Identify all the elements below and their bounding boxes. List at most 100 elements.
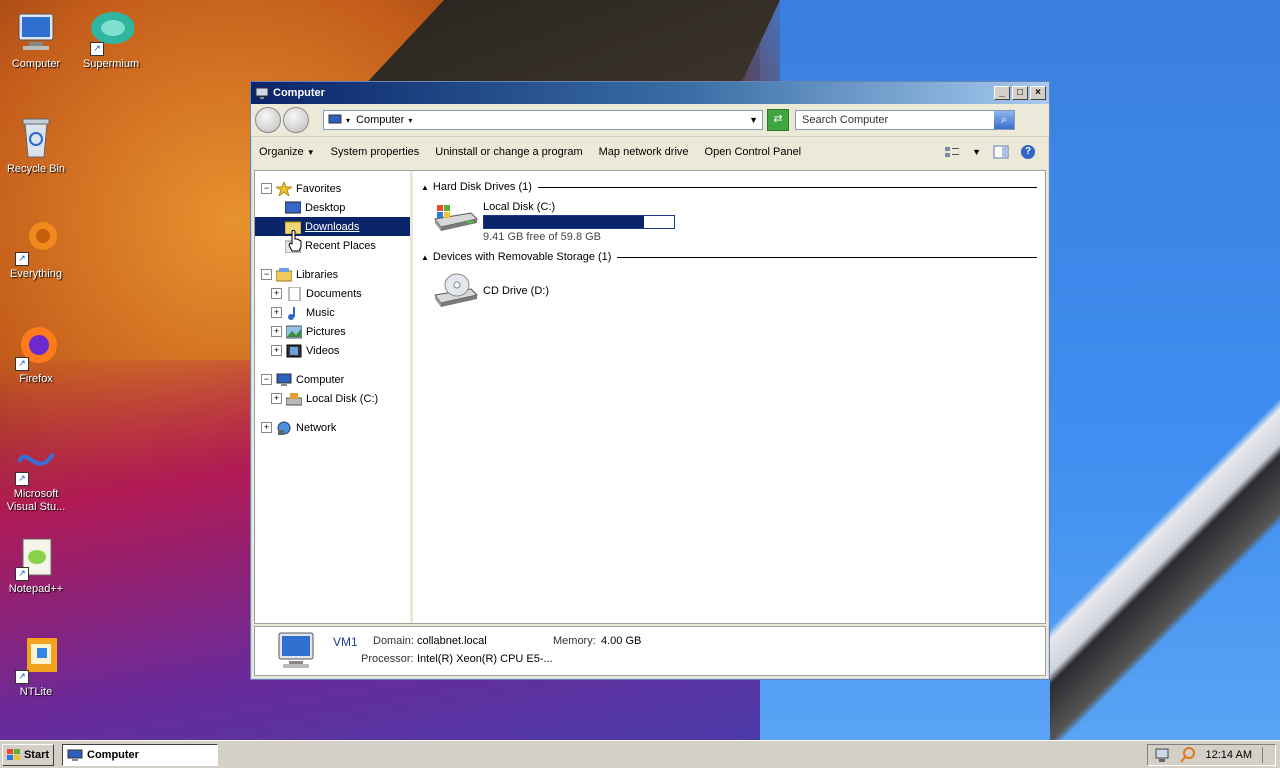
videos-icon [286,344,302,357]
computer-icon [13,10,59,56]
window-titlebar[interactable]: Computer _ □ × [251,82,1049,104]
desktop-icon-computer[interactable]: Computer [0,10,72,71]
expand-icon[interactable]: + [271,326,282,337]
recycle-bin-icon [13,115,59,161]
address-bar[interactable]: ▾ Computer ▾ ▼ [323,110,763,130]
tree-computer[interactable]: − Computer [255,370,410,389]
taskbar: Start Computer 12:14 AM [0,740,1280,768]
tree-downloads[interactable]: Downloads [255,217,410,236]
command-bar: Organize ▼ System properties Uninstall o… [251,136,1049,166]
music-icon [288,306,295,320]
organize-button[interactable]: Organize ▼ [259,146,315,158]
desktop-icon-ntlite[interactable]: ↗ NTLite [0,638,72,699]
expand-icon[interactable]: + [271,288,282,299]
shortcut-arrow-icon: ↗ [15,567,29,581]
firefox-icon: ↗ [13,325,59,371]
processor-value: Intel(R) Xeon(R) CPU E5-... [417,653,553,665]
view-options-icon[interactable] [944,145,960,159]
minimize-button[interactable]: _ [994,86,1010,100]
start-button[interactable]: Start [2,743,54,766]
search-tray-icon[interactable] [1179,746,1196,763]
desktop-icon-supermium[interactable]: ↗ Supermium [75,10,147,71]
desktop-icon-visual-studio[interactable]: ↗ Microsoft Visual Stu... [0,440,72,514]
desktop-icon-recycle-bin[interactable]: Recycle Bin [0,115,72,176]
windows-logo-icon [6,748,20,760]
wallpaper-tower [1050,400,1280,740]
tree-videos[interactable]: + Videos [255,341,410,360]
desktop-icon-notepad-plus[interactable]: ↗ Notepad++ [0,535,72,596]
breadcrumb-computer[interactable]: Computer [356,114,404,126]
forward-button[interactable] [283,107,309,133]
map-network-drive-button[interactable]: Map network drive [599,146,689,158]
shortcut-arrow-icon: ↗ [90,42,104,56]
memory-value: 4.00 GB [601,635,642,647]
search-icon[interactable]: ⌕ [994,111,1014,129]
details-pane: VM1 Domain: collabnet.local Memory: 4.00… [254,626,1046,676]
expand-icon[interactable]: + [271,307,282,318]
tree-music[interactable]: + Music [255,303,410,322]
system-tray: 12:14 AM [1146,743,1276,766]
drive-local-disk-c[interactable]: Local Disk (C:) 9.41 GB free of 59.8 GB [431,201,1037,243]
processor-label: Processor: [361,653,414,665]
navigation-pane[interactable]: − Favorites Desktop Downloads Recent Pla… [255,171,413,623]
computer-icon [278,632,314,668]
content-pane[interactable]: ▲ Hard Disk Drives (1) Local Disk (C:) 9… [413,171,1045,623]
expand-icon[interactable]: + [271,393,282,404]
close-button[interactable]: × [1030,86,1046,100]
star-icon [276,181,292,196]
tree-network[interactable]: + Network [255,418,410,437]
domain-value: collabnet.local [417,635,487,647]
uninstall-program-button[interactable]: Uninstall or change a program [435,146,582,158]
tree-favorites[interactable]: − Favorites [255,179,410,198]
supermium-icon: ↗ [88,10,135,56]
desktop-icon-everything[interactable]: ↗ Everything [0,220,72,281]
preview-pane-icon[interactable] [993,145,1009,159]
tree-local-disk[interactable]: + Local Disk (C:) [255,389,410,408]
refresh-button[interactable]: ⇄ [767,109,789,131]
shortcut-arrow-icon: ↗ [15,357,29,371]
group-header-removable[interactable]: ▲ Devices with Removable Storage (1) [421,249,1037,265]
ntlite-icon: ↗ [13,638,59,684]
system-properties-button[interactable]: System properties [331,146,420,158]
tree-desktop[interactable]: Desktop [255,198,410,217]
visual-studio-icon: ↗ [13,440,59,486]
tree-documents[interactable]: + Documents [255,284,410,303]
chevron-down-icon[interactable]: ▾ [346,116,350,125]
collapse-icon[interactable]: − [261,374,272,385]
desktop-icon-firefox[interactable]: ↗ Firefox [0,325,72,386]
view-dropdown-icon[interactable]: ▼ [972,147,981,157]
address-toolbar: ▾ Computer ▾ ▼ ⇄ Search Computer ⌕ [251,104,1049,136]
explorer-window: Computer _ □ × ▾ Computer ▾ ▼ ⇄ Search C… [250,81,1050,680]
clock[interactable]: 12:14 AM [1206,749,1252,761]
collapse-icon[interactable]: − [261,269,272,280]
tree-pictures[interactable]: + Pictures [255,322,410,341]
network-icon [277,421,291,435]
computer-icon [255,87,269,99]
back-button[interactable] [255,107,281,133]
group-header-hdd[interactable]: ▲ Hard Disk Drives (1) [421,179,1037,195]
tree-recent-places[interactable]: Recent Places [255,236,410,255]
search-input[interactable]: Search Computer ⌕ [795,110,1015,130]
drive-cd-d[interactable]: CD Drive (D:) [431,271,1037,311]
pictures-icon [286,325,302,338]
expand-icon[interactable]: + [261,422,272,433]
maximize-button[interactable]: □ [1012,86,1028,100]
computer-icon [328,114,342,124]
shortcut-arrow-icon: ↗ [15,472,29,486]
expand-icon[interactable]: + [271,345,282,356]
taskbar-item-computer[interactable]: Computer [62,743,218,766]
address-history-dropdown-icon[interactable]: ▼ [749,115,758,125]
open-control-panel-button[interactable]: Open Control Panel [705,146,802,158]
notepad-plus-icon: ↗ [13,535,59,581]
collapse-icon[interactable]: − [261,183,272,194]
drive-free-space: 9.41 GB free of 59.8 GB [483,231,602,243]
window-title: Computer [273,87,325,99]
computer-icon [276,373,292,386]
chevron-down-icon[interactable]: ▾ [408,116,412,125]
help-icon[interactable]: ? [1021,144,1035,159]
collapse-group-icon[interactable]: ▲ [421,183,429,192]
collapse-group-icon[interactable]: ▲ [421,253,429,262]
tree-libraries[interactable]: − Libraries [255,265,410,284]
network-tray-icon[interactable] [1154,747,1170,763]
show-desktop-button[interactable] [1262,746,1269,763]
